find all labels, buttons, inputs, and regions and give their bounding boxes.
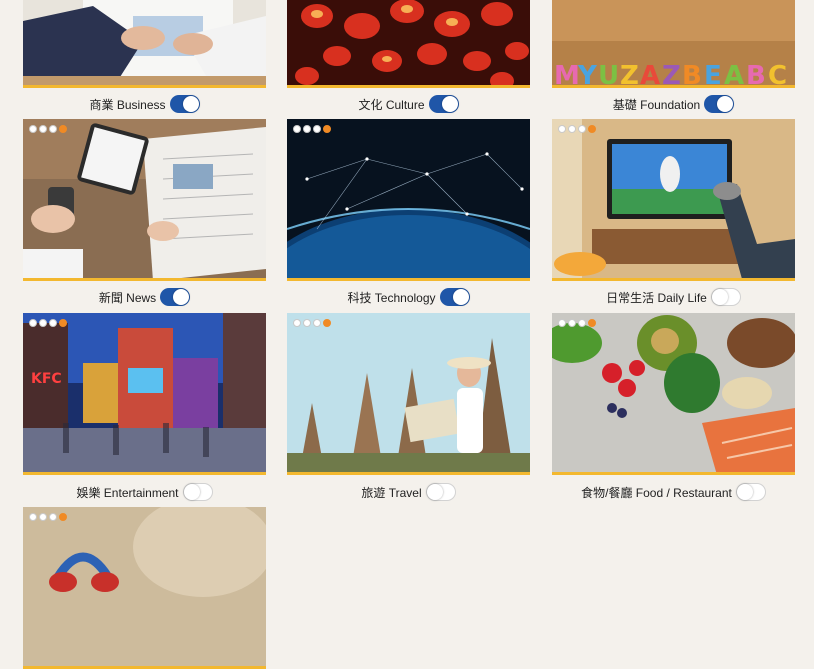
news-image[interactable]	[23, 119, 266, 281]
brand-logo	[293, 125, 337, 135]
daily-life-image[interactable]	[552, 119, 795, 281]
svg-text:KFC: KFC	[31, 371, 62, 387]
svg-text:U: U	[598, 61, 619, 88]
svg-text:E: E	[704, 61, 722, 88]
toggle-knob	[182, 96, 199, 112]
category-caption: 新聞 News	[23, 286, 266, 308]
category-label: 科技 Technology	[347, 290, 436, 305]
category-label: 食物/餐廳 Food / Restaurant	[581, 485, 732, 500]
brand-logo	[29, 125, 73, 135]
food-toggle[interactable]	[735, 483, 766, 501]
partial-image[interactable]	[23, 507, 266, 669]
category-label: 文化 Culture	[358, 97, 425, 112]
svg-text:B: B	[746, 61, 766, 88]
foundation-image[interactable]: MY UZ AZ BE AB C	[552, 0, 795, 88]
entertainment-toggle[interactable]	[182, 483, 213, 501]
brand-logo	[558, 125, 602, 135]
travel-toggle[interactable]	[425, 483, 456, 501]
travel-image[interactable]	[287, 313, 530, 475]
food-image[interactable]	[552, 313, 795, 475]
toggle-knob	[736, 484, 753, 500]
brand-logo	[293, 319, 337, 329]
category-caption: 娛樂 Entertainment	[23, 481, 266, 503]
toggle-knob	[441, 96, 458, 112]
entertainment-image[interactable]: KFC	[23, 313, 266, 475]
technology-toggle[interactable]	[439, 288, 470, 306]
svg-text:B: B	[682, 61, 702, 88]
svg-text:Z: Z	[620, 61, 639, 88]
category-label: 商業 Business	[89, 97, 166, 112]
brand-logo	[29, 319, 73, 329]
category-label: 旅遊 Travel	[361, 485, 422, 500]
category-label: 基礎 Foundation	[612, 97, 701, 112]
svg-text:A: A	[640, 61, 660, 88]
business-image[interactable]	[23, 0, 266, 88]
toggle-knob	[711, 289, 728, 305]
foundation-toggle[interactable]	[704, 95, 735, 113]
svg-text:Z: Z	[662, 61, 681, 88]
culture-toggle[interactable]	[428, 95, 459, 113]
technology-image[interactable]	[287, 119, 530, 281]
svg-text:Y: Y	[577, 61, 598, 88]
category-caption: 旅遊 Travel	[287, 481, 530, 503]
news-toggle[interactable]	[160, 288, 191, 306]
category-label: 新聞 News	[98, 290, 157, 305]
toggle-knob	[173, 289, 190, 305]
toggle-knob	[452, 289, 469, 305]
svg-text:C: C	[768, 61, 787, 88]
daily-life-toggle[interactable]	[710, 288, 741, 306]
category-caption: 日常生活 Daily Life	[552, 286, 795, 308]
category-caption: 商業 Business	[23, 93, 266, 115]
category-caption: 基礎 Foundation	[552, 93, 795, 115]
category-caption: 科技 Technology	[287, 286, 530, 308]
toggle-knob	[183, 484, 200, 500]
category-caption: 食物/餐廳 Food / Restaurant	[552, 481, 795, 503]
svg-text:M: M	[554, 61, 580, 88]
toggle-knob	[717, 96, 734, 112]
culture-image[interactable]	[287, 0, 530, 88]
svg-text:A: A	[724, 61, 744, 88]
business-toggle[interactable]	[169, 95, 200, 113]
category-caption: 文化 Culture	[287, 93, 530, 115]
category-label: 日常生活 Daily Life	[606, 290, 707, 305]
brand-logo	[558, 319, 602, 329]
brand-logo	[29, 513, 73, 523]
category-label: 娛樂 Entertainment	[76, 485, 179, 500]
toggle-knob	[426, 484, 443, 500]
